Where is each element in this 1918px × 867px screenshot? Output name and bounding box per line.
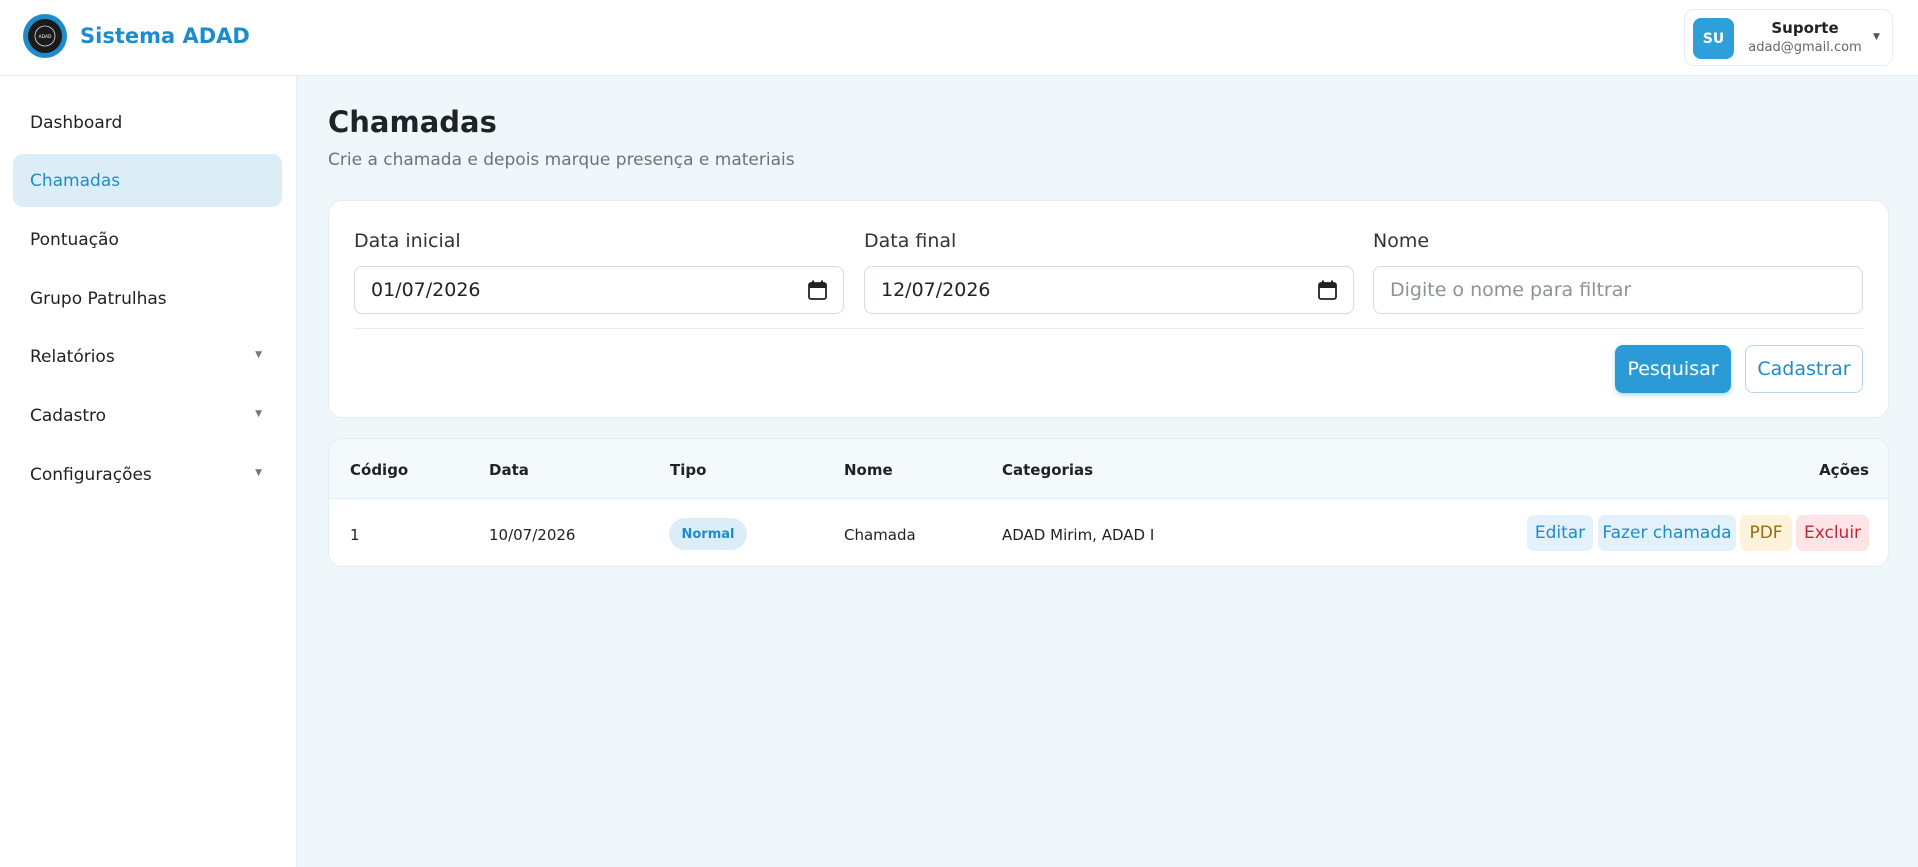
chevron-down-icon: ▼	[255, 409, 262, 419]
column-header-codigo: Código	[350, 461, 409, 479]
type-badge: Normal	[669, 518, 747, 550]
cell-codigo: 1	[350, 526, 360, 544]
avatar: SU	[1693, 18, 1734, 59]
sidebar-item-dashboard[interactable]: Dashboard	[13, 96, 282, 149]
cell-data: 10/07/2026	[489, 526, 576, 544]
end-date-label: Data final	[864, 230, 957, 252]
sidebar-item-label: Dashboard	[30, 112, 123, 133]
brand[interactable]: ADAD Sistema ADAD	[22, 13, 250, 59]
name-filter-input[interactable]: Digite o nome para filtrar	[1373, 266, 1863, 314]
start-date-input[interactable]: 01/07/2026	[354, 266, 844, 314]
column-header-data: Data	[489, 461, 529, 479]
delete-button[interactable]: Excluir	[1796, 515, 1869, 551]
calls-table: Código Data Tipo Nome Categorias Ações 1…	[328, 438, 1889, 567]
sidebar-item-label: Cadastro	[30, 405, 107, 426]
create-button[interactable]: Cadastrar	[1745, 345, 1863, 393]
chevron-down-icon: ▼	[255, 350, 262, 360]
sidebar-item-label: Chamadas	[30, 170, 121, 191]
column-header-acoes: Ações	[1819, 461, 1869, 479]
sidebar: Dashboard Chamadas Pontuação Grupo Patru…	[0, 76, 297, 867]
page-title: Chamadas	[328, 105, 497, 139]
take-call-button[interactable]: Fazer chamada	[1598, 515, 1736, 551]
column-header-tipo: Tipo	[670, 461, 707, 479]
start-date-value: 01/07/2026	[371, 279, 481, 301]
sidebar-item-configuracoes[interactable]: Configurações ▼	[13, 448, 282, 501]
name-filter-label: Nome	[1373, 230, 1430, 252]
user-name: Suporte	[1771, 19, 1839, 37]
column-header-nome: Nome	[844, 461, 893, 479]
sidebar-item-pontuacao[interactable]: Pontuação	[13, 213, 282, 266]
table-header: Código Data Tipo Nome Categorias Ações	[329, 439, 1888, 499]
page-subtitle: Crie a chamada e depois marque presença …	[328, 150, 795, 170]
sidebar-item-label: Configurações	[30, 464, 152, 485]
end-date-value: 12/07/2026	[881, 279, 991, 301]
app-title: Sistema ADAD	[80, 24, 250, 48]
sidebar-item-grupo-patrulhas[interactable]: Grupo Patrulhas	[13, 272, 282, 325]
user-email: adad@gmail.com	[1748, 40, 1862, 55]
calendar-icon[interactable]	[808, 280, 827, 300]
start-date-label: Data inicial	[354, 230, 461, 252]
top-bar: ADAD Sistema ADAD SU Suporte adad@gmail.…	[0, 0, 1918, 76]
sidebar-item-label: Pontuação	[30, 229, 119, 250]
cell-categorias: ADAD Mirim, ADAD I	[1002, 526, 1155, 544]
edit-button[interactable]: Editar	[1527, 515, 1593, 551]
filter-divider	[354, 328, 1863, 329]
pdf-button[interactable]: PDF	[1740, 515, 1792, 551]
calendar-icon[interactable]	[1318, 280, 1337, 300]
user-menu[interactable]: SU Suporte adad@gmail.com ▼	[1684, 9, 1893, 66]
sidebar-item-label: Grupo Patrulhas	[30, 288, 167, 309]
cell-nome: Chamada	[844, 526, 916, 544]
chevron-down-icon: ▼	[255, 468, 262, 478]
chevron-down-icon: ▼	[1873, 32, 1880, 42]
column-header-categorias: Categorias	[1002, 461, 1094, 479]
name-filter-placeholder: Digite o nome para filtrar	[1390, 279, 1632, 301]
sidebar-item-label: Relatórios	[30, 346, 115, 367]
sidebar-item-chamadas[interactable]: Chamadas	[13, 154, 282, 207]
sidebar-item-relatorios[interactable]: Relatórios ▼	[13, 330, 282, 383]
sidebar-item-cadastro[interactable]: Cadastro ▼	[13, 389, 282, 442]
end-date-input[interactable]: 12/07/2026	[864, 266, 1354, 314]
svg-text:ADAD: ADAD	[38, 34, 52, 40]
adad-logo: ADAD	[23, 14, 67, 58]
search-button[interactable]: Pesquisar	[1615, 345, 1731, 393]
